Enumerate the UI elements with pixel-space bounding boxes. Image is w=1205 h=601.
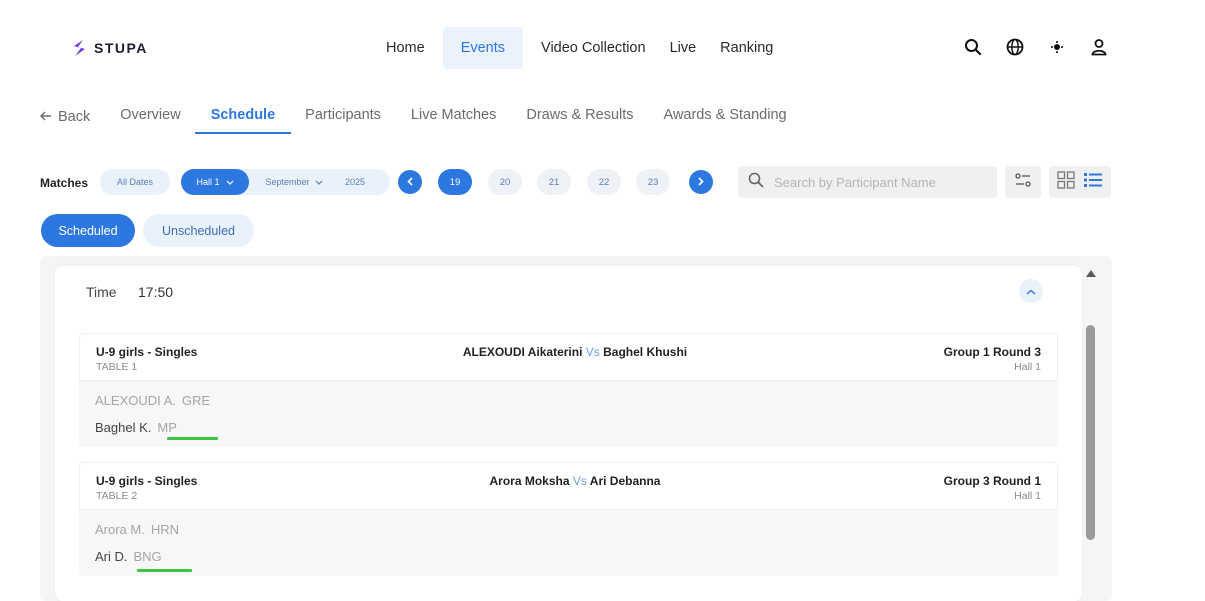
year-value: 2025 bbox=[344, 177, 366, 187]
player-name: Baghel K. bbox=[95, 420, 152, 435]
hall-value: Hall 1 bbox=[196, 177, 220, 187]
search-icon[interactable] bbox=[962, 36, 984, 58]
match-round: Group 1 Round 3 bbox=[943, 345, 1041, 359]
scheduled-tab[interactable]: Scheduled bbox=[41, 214, 135, 247]
vs-label: Vs bbox=[585, 345, 600, 359]
matchup: Arora Moksha Vs Ari Debanna bbox=[375, 474, 775, 488]
event-subnav: Back Overview Schedule Participants Live… bbox=[40, 100, 817, 134]
all-dates-filter[interactable]: All Dates bbox=[100, 169, 170, 195]
table-number: TABLE 2 bbox=[96, 490, 138, 502]
date-21[interactable]: 21 bbox=[537, 169, 571, 195]
filter-sliders-icon bbox=[1015, 172, 1031, 192]
tab-awards-standing[interactable]: Awards & Standing bbox=[664, 100, 787, 134]
match-hall: Hall 1 bbox=[1014, 490, 1041, 502]
player-name: Ari D. bbox=[95, 549, 128, 564]
match-card[interactable]: U-9 girls - Singles TABLE 1 ALEXOUDI Aik… bbox=[79, 333, 1058, 447]
player-b: Ari Debanna bbox=[589, 474, 661, 488]
top-navigation: Home Events Video Collection Live Rankin… bbox=[374, 27, 785, 69]
player-a: ALEXOUDI Aikaterini bbox=[462, 345, 583, 359]
table-number: TABLE 1 bbox=[96, 361, 138, 373]
match-header: U-9 girls - Singles TABLE 2 Arora Moksha… bbox=[79, 462, 1058, 510]
player-country: MP bbox=[157, 420, 177, 435]
month-dropdown[interactable]: September bbox=[259, 169, 329, 195]
collapse-button[interactable] bbox=[1019, 279, 1043, 303]
tab-participants[interactable]: Participants bbox=[305, 100, 381, 134]
grid-view-icon[interactable] bbox=[1057, 170, 1075, 194]
player-line: Baghel K. MP bbox=[95, 420, 177, 435]
match-hall: Hall 1 bbox=[1014, 361, 1041, 373]
event-name: U-9 girls - Singles bbox=[96, 345, 198, 359]
list-view-icon[interactable] bbox=[1083, 171, 1103, 194]
nav-live[interactable]: Live bbox=[658, 27, 709, 69]
prev-date-button[interactable] bbox=[398, 170, 422, 194]
match-header: U-9 girls - Singles TABLE 1 ALEXOUDI Aik… bbox=[79, 333, 1058, 381]
scrollbar-thumb[interactable] bbox=[1086, 325, 1095, 540]
tab-schedule[interactable]: Schedule bbox=[194, 100, 292, 134]
arrow-left-icon bbox=[40, 102, 52, 132]
time-value: 17:50 bbox=[138, 284, 174, 300]
brand-logo[interactable]: STUPA bbox=[70, 37, 148, 59]
player-name: Arora M. bbox=[95, 522, 145, 537]
next-date-button[interactable] bbox=[689, 170, 713, 194]
participant-search bbox=[738, 166, 997, 198]
filter-button[interactable] bbox=[1005, 166, 1041, 198]
player-a: Arora Moksha bbox=[489, 474, 570, 488]
date-22[interactable]: 22 bbox=[587, 169, 621, 195]
stupa-logo-icon bbox=[74, 40, 85, 56]
tab-live-matches[interactable]: Live Matches bbox=[411, 100, 496, 134]
theme-toggle-icon[interactable] bbox=[1046, 36, 1068, 58]
player-name: ALEXOUDI A. bbox=[95, 393, 176, 408]
matchup: ALEXOUDI Aikaterini Vs Baghel Khushi bbox=[375, 345, 775, 359]
match-round: Group 3 Round 1 bbox=[943, 474, 1041, 488]
event-name: U-9 girls - Singles bbox=[96, 474, 198, 488]
nav-video-collection[interactable]: Video Collection bbox=[529, 27, 658, 69]
player-country: BNG bbox=[133, 549, 162, 564]
globe-icon[interactable] bbox=[1004, 36, 1026, 58]
vs-label: Vs bbox=[572, 474, 587, 488]
back-label: Back bbox=[58, 109, 91, 125]
search-icon bbox=[748, 172, 764, 193]
time-label: Time bbox=[86, 284, 117, 300]
header-actions bbox=[962, 36, 1110, 58]
all-dates-label: All Dates bbox=[116, 177, 153, 187]
nav-events[interactable]: Events bbox=[442, 27, 524, 69]
date-20[interactable]: 20 bbox=[488, 169, 522, 195]
scroll-up-arrow-icon[interactable] bbox=[1086, 270, 1096, 277]
year-dropdown[interactable]: 2025 bbox=[329, 169, 381, 195]
nav-home[interactable]: Home bbox=[374, 27, 437, 69]
chevron-down-icon bbox=[315, 177, 323, 187]
search-input[interactable] bbox=[774, 174, 984, 190]
chevron-right-icon bbox=[698, 176, 704, 188]
player-line: ALEXOUDI A. GRE bbox=[95, 393, 210, 408]
chevron-left-icon bbox=[407, 176, 413, 188]
chevron-up-icon bbox=[1026, 282, 1036, 300]
back-button[interactable]: Back bbox=[40, 100, 90, 134]
hall-dropdown[interactable]: Hall 1 bbox=[181, 169, 249, 195]
unscheduled-tab[interactable]: Unscheduled bbox=[143, 214, 254, 247]
player-line: Ari D. BNG bbox=[95, 549, 162, 564]
tab-draws-results[interactable]: Draws & Results bbox=[526, 100, 633, 134]
highlight-underline bbox=[137, 569, 192, 572]
player-b: Baghel Khushi bbox=[603, 345, 688, 359]
chevron-down-icon bbox=[226, 177, 234, 187]
date-23[interactable]: 23 bbox=[636, 169, 670, 195]
date-19[interactable]: 19 bbox=[438, 169, 472, 195]
player-country: HRN bbox=[150, 522, 180, 537]
view-toggle bbox=[1049, 166, 1111, 198]
matches-label: Matches bbox=[40, 176, 89, 190]
hall-date-selector: Hall 1 September 2025 bbox=[181, 169, 390, 195]
user-icon[interactable] bbox=[1088, 36, 1110, 58]
nav-ranking[interactable]: Ranking bbox=[708, 27, 785, 69]
player-country: GRE bbox=[181, 393, 211, 408]
highlight-underline bbox=[167, 437, 218, 440]
month-value: September bbox=[265, 177, 310, 187]
brand-name: STUPA bbox=[94, 40, 148, 56]
tab-overview[interactable]: Overview bbox=[120, 100, 180, 134]
match-card[interactable]: U-9 girls - Singles TABLE 2 Arora Moksha… bbox=[79, 462, 1058, 576]
player-line: Arora M. HRN bbox=[95, 522, 179, 537]
